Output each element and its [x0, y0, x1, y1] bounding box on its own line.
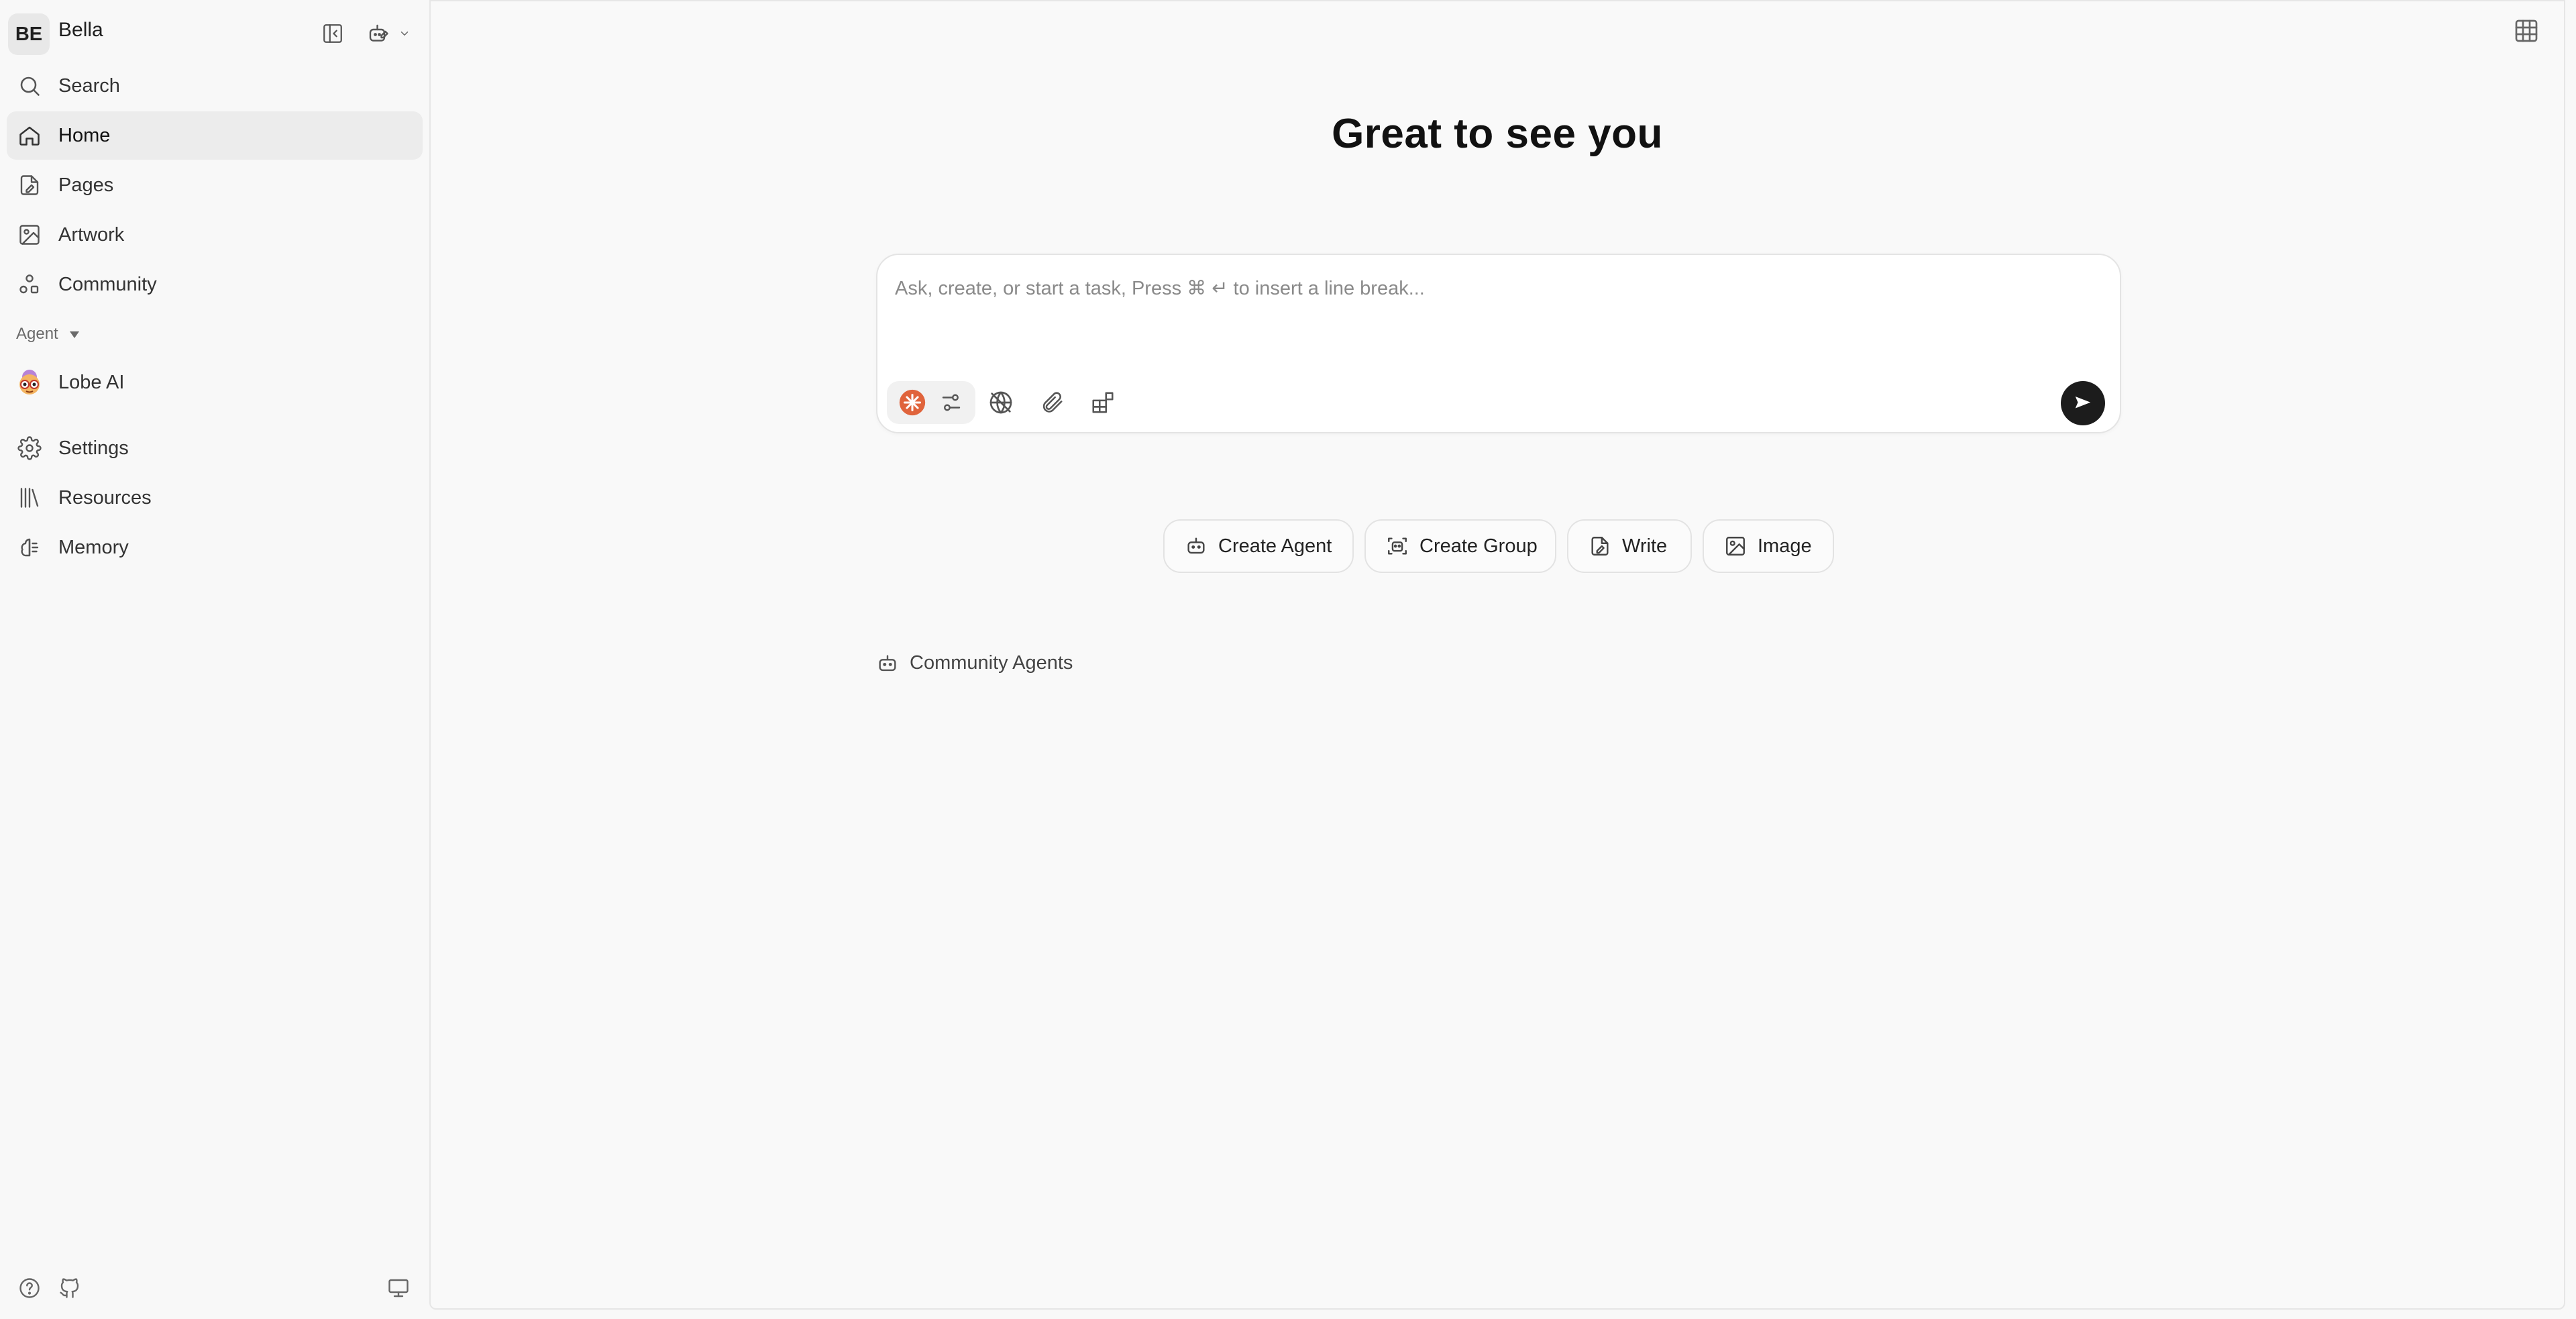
sidebar-item-label: Search	[58, 74, 120, 97]
group-bot-icon	[1388, 537, 1407, 555]
chat-input[interactable]	[894, 272, 2094, 305]
sidebar-item-memory[interactable]: Memory	[7, 523, 423, 572]
send-icon	[2075, 397, 2091, 409]
main-panel: Great to see you Ask, create, or start a…	[429, 0, 2565, 1310]
send-button[interactable]	[2061, 381, 2105, 425]
help-icon[interactable]	[17, 1276, 42, 1300]
sidebar-item-label: Community	[58, 273, 157, 295]
write-icon	[1591, 537, 1609, 556]
sidebar-item-label: Memory	[58, 536, 129, 558]
sidebar-item-pages[interactable]: Pages	[7, 161, 423, 209]
paperclip-icon[interactable]	[1033, 384, 1071, 421]
sidebar-item-community[interactable]: Community	[7, 260, 423, 309]
create-group-button[interactable]: Create Group	[1364, 519, 1556, 573]
settings-icon	[17, 436, 42, 460]
sidebar-item-label: Resources	[58, 486, 152, 509]
image-icon	[1726, 537, 1745, 556]
button-label: Create Agent	[1218, 535, 1332, 557]
sidebar-item-settings[interactable]: Settings	[7, 424, 423, 472]
caret-down-icon[interactable]	[70, 331, 79, 338]
sidebar-item-home[interactable]: Home	[7, 111, 423, 160]
chat-composer	[876, 254, 2121, 433]
plugins-icon[interactable]	[1084, 384, 1122, 421]
sidebar-item-search[interactable]: Search	[7, 62, 423, 110]
lobe-ai-avatar	[19, 370, 40, 394]
home-icon	[19, 126, 40, 146]
user-avatar[interactable]: BE	[8, 13, 50, 55]
sidebar-header: BE Bella	[8, 8, 421, 55]
sliders-icon[interactable]	[932, 384, 970, 421]
page-title: Great to see you	[1332, 111, 1663, 157]
pages-icon	[20, 175, 39, 195]
robot-icon	[1187, 537, 1205, 554]
user-name[interactable]: Bella	[58, 19, 103, 42]
memory-icon	[21, 538, 39, 557]
sidebar-item-label: Pages	[58, 174, 114, 196]
community-icon	[19, 274, 39, 294]
sidebar-item-label: Settings	[58, 437, 129, 459]
collapse-sidebar-icon[interactable]	[318, 19, 347, 48]
robot-icon	[879, 655, 896, 672]
desktop-icon[interactable]	[386, 1276, 411, 1300]
resources-icon	[20, 488, 39, 508]
button-label: Create Group	[1419, 535, 1538, 557]
sidebar-item-label: Lobe AI	[58, 371, 125, 393]
sidebar-item-artwork[interactable]: Artwork	[7, 211, 423, 259]
button-label: Image	[1758, 535, 1812, 557]
write-button[interactable]: Write	[1567, 519, 1692, 573]
model-selector[interactable]	[887, 381, 975, 424]
model-badge-icon[interactable]	[894, 384, 931, 421]
sidebar-item-resources[interactable]: Resources	[7, 474, 423, 522]
sidebar-item-label: Artwork	[58, 223, 125, 246]
web-search-off-icon[interactable]	[982, 384, 1020, 421]
sidebar-item-lobe-ai[interactable]: Lobe AI	[7, 358, 423, 407]
new-chat-icon[interactable]	[364, 19, 393, 48]
community-agents-heading: Community Agents	[910, 652, 1073, 674]
sidebar: BE Bella Search Home Pages Artwork Commu…	[0, 0, 429, 1319]
chevron-down-icon[interactable]	[394, 19, 415, 48]
artwork-icon	[19, 225, 40, 245]
button-label: Write	[1622, 535, 1668, 557]
agent-section-label[interactable]: Agent	[16, 325, 58, 344]
search-icon	[20, 76, 40, 96]
github-icon[interactable]	[58, 1276, 82, 1300]
create-agent-button[interactable]: Create Agent	[1163, 519, 1354, 573]
image-button[interactable]: Image	[1703, 519, 1834, 573]
quick-actions: Create Agent Create Group Write Image	[431, 519, 2567, 573]
layout-grid-icon[interactable]	[2513, 17, 2540, 44]
sidebar-item-label: Home	[58, 124, 111, 146]
